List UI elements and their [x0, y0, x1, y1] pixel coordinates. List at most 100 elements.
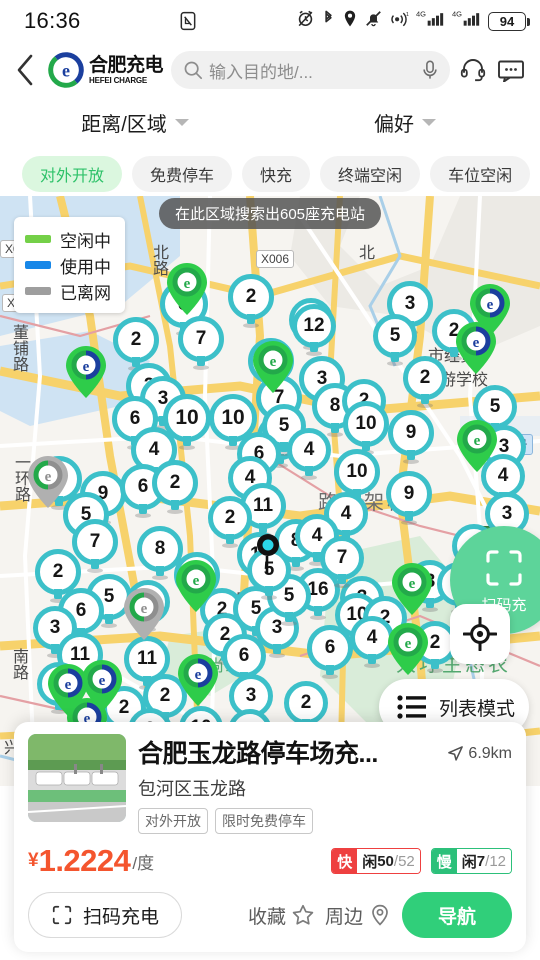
- map-cluster-marker[interactable]: 5: [373, 314, 417, 358]
- map-cluster-marker[interactable]: 7: [72, 519, 118, 565]
- svg-text:e: e: [83, 359, 90, 375]
- mic-icon: [423, 60, 437, 79]
- search-icon: [184, 61, 203, 80]
- map-cluster-marker[interactable]: 9: [388, 410, 434, 456]
- logo-title-en: HEFEI CHARGE: [89, 75, 148, 85]
- sort-preference[interactable]: 偏好: [270, 108, 540, 137]
- charging-station-pin[interactable]: e: [172, 558, 220, 619]
- map-cluster-marker[interactable]: 10: [343, 401, 389, 447]
- filter-chip-terminal-free[interactable]: 终端空闲: [320, 156, 421, 192]
- app-root: 16:36 1 4G 4G 94 e 合肥充电 HEFEI CHARGE 输入目…: [0, 0, 540, 960]
- charging-station-pin[interactable]: e: [384, 621, 432, 682]
- chevron-left-icon: [17, 54, 33, 86]
- availability-group: 快 闲 50/52 慢 闲 7/12: [331, 848, 512, 874]
- charging-station-pin[interactable]: e: [62, 344, 110, 405]
- pin-circle-icon: [372, 904, 388, 926]
- svg-text:e: e: [141, 601, 148, 617]
- svg-text:e: e: [62, 60, 70, 80]
- charging-station-pin[interactable]: e: [453, 418, 501, 479]
- charging-station-pin[interactable]: e: [249, 339, 297, 400]
- map-cluster-marker[interactable]: 10: [334, 449, 380, 495]
- legend-row-busy: 使用中: [25, 252, 111, 278]
- charging-station-pin[interactable]: e: [452, 320, 500, 381]
- navigate-button[interactable]: 导航: [401, 892, 512, 938]
- legend-swatch-busy: [25, 261, 51, 269]
- station-card-top: 合肥玉龙路停车场充... 6.9km 包河区玉龙路 对外开放 限时免费停车: [28, 734, 512, 834]
- price-value: 1.2224: [38, 843, 131, 878]
- list-icon: [397, 695, 426, 719]
- slow-total: 12: [489, 852, 506, 870]
- station-card[interactable]: 合肥玉龙路停车场充... 6.9km 包河区玉龙路 对外开放 限时免费停车 ¥ …: [14, 722, 526, 952]
- map-cluster-marker[interactable]: 2: [284, 681, 328, 725]
- charging-station-pin[interactable]: e: [120, 586, 168, 647]
- fast-label: 快: [332, 849, 358, 873]
- status-bar: 16:36 1 4G 4G 94: [0, 0, 540, 42]
- legend-label-offline: 已离网: [60, 283, 111, 303]
- map-cluster-marker[interactable]: 6: [222, 634, 266, 678]
- svg-text:e: e: [195, 667, 202, 683]
- filter-chip-public[interactable]: 对外开放: [22, 156, 123, 192]
- nearby-button[interactable]: 周边: [325, 902, 392, 929]
- app-logo: e 合肥充电 HEFEI CHARGE: [48, 52, 164, 88]
- map-label-dongpu: 董铺路: [10, 324, 27, 372]
- map-cluster-marker[interactable]: 12: [292, 304, 336, 348]
- legend-row-free: 空闲中: [25, 226, 111, 252]
- sort-distance-region[interactable]: 距离/区域: [0, 108, 270, 137]
- fast-total: 52: [398, 852, 415, 870]
- app-header: e 合肥充电 HEFEI CHARGE 输入目的地/...: [0, 42, 540, 98]
- sort-bar: 距离/区域 偏好: [0, 98, 540, 146]
- message-button[interactable]: [496, 58, 526, 82]
- map-cluster-marker[interactable]: 7: [178, 316, 224, 362]
- location-icon: [342, 9, 358, 33]
- legend-label-free: 空闲中: [60, 231, 111, 251]
- back-button[interactable]: [10, 51, 40, 89]
- station-distance-value: 6.9km: [468, 744, 512, 762]
- map-cluster-marker[interactable]: 4: [287, 428, 331, 472]
- station-tag-public: 对外开放: [138, 808, 208, 834]
- svg-text:e: e: [45, 469, 52, 485]
- slow-label: 慢: [431, 849, 457, 873]
- nfc-icon: [178, 11, 198, 31]
- filter-chip-fast-charge[interactable]: 快充: [242, 156, 311, 192]
- station-title: 合肥玉龙路停车场充...: [138, 740, 378, 768]
- charging-station-pin[interactable]: e: [174, 652, 222, 713]
- search-bar[interactable]: 输入目的地/...: [171, 51, 450, 89]
- favorite-button[interactable]: 收藏: [248, 902, 315, 929]
- filter-chip-free-parking[interactable]: 免费停车: [132, 156, 233, 192]
- filter-chip-space-free[interactable]: 车位空闲: [430, 156, 531, 192]
- map-cluster-marker[interactable]: 2: [208, 496, 252, 540]
- scan-frame-icon-2: [52, 905, 72, 925]
- legend-row-offline: 已离网: [25, 278, 111, 304]
- star-icon: [292, 904, 314, 925]
- map-cluster-marker[interactable]: 2: [152, 460, 198, 506]
- list-mode-label: 列表模式: [439, 698, 516, 720]
- crosshair-icon: [463, 617, 497, 651]
- map-view[interactable]: 在此区域搜索出605座充电站 北路 蜀山区 一环路 董铺路 市经贸 旅游学校 路…: [0, 196, 540, 786]
- charging-station-pin[interactable]: e: [24, 454, 72, 515]
- map-cluster-marker[interactable]: 2: [403, 356, 447, 400]
- map-cluster-marker[interactable]: 9: [386, 471, 432, 517]
- scan-charge-button[interactable]: 扫码充电: [28, 892, 183, 938]
- scan-charge-button-label: 扫码充电: [83, 906, 160, 928]
- station-title-row: 合肥玉龙路停车场充... 6.9km: [138, 734, 512, 770]
- price-unit: /度: [132, 853, 155, 873]
- fast-availability-value: 闲 50/52: [357, 849, 420, 873]
- station-actions: 扫码充电 收藏 周边 导航: [28, 892, 512, 938]
- fast-status: 闲: [362, 853, 378, 871]
- map-cluster-marker[interactable]: 2: [113, 317, 159, 363]
- map-cluster-marker[interactable]: 6: [307, 625, 353, 671]
- svg-text:e: e: [65, 677, 72, 693]
- charging-station-pin[interactable]: e: [388, 561, 436, 622]
- map-cluster-marker[interactable]: 7: [320, 536, 364, 580]
- map-legend: 空闲中 使用中 已离网: [14, 217, 125, 313]
- search-input[interactable]: 输入目的地/...: [209, 58, 414, 83]
- locate-me-button[interactable]: [450, 604, 510, 664]
- map-label-north: 北: [356, 244, 373, 260]
- svg-text:4G: 4G: [416, 9, 426, 18]
- map-cluster-marker[interactable]: 2: [228, 274, 274, 320]
- customer-service-button[interactable]: [458, 58, 488, 82]
- charging-station-pin[interactable]: e: [163, 261, 211, 322]
- favorite-label: 收藏: [247, 906, 286, 928]
- filter-chip-row[interactable]: 对外开放 免费停车 快充 终端空闲 车位空闲: [0, 152, 540, 196]
- svg-text:e: e: [473, 335, 480, 351]
